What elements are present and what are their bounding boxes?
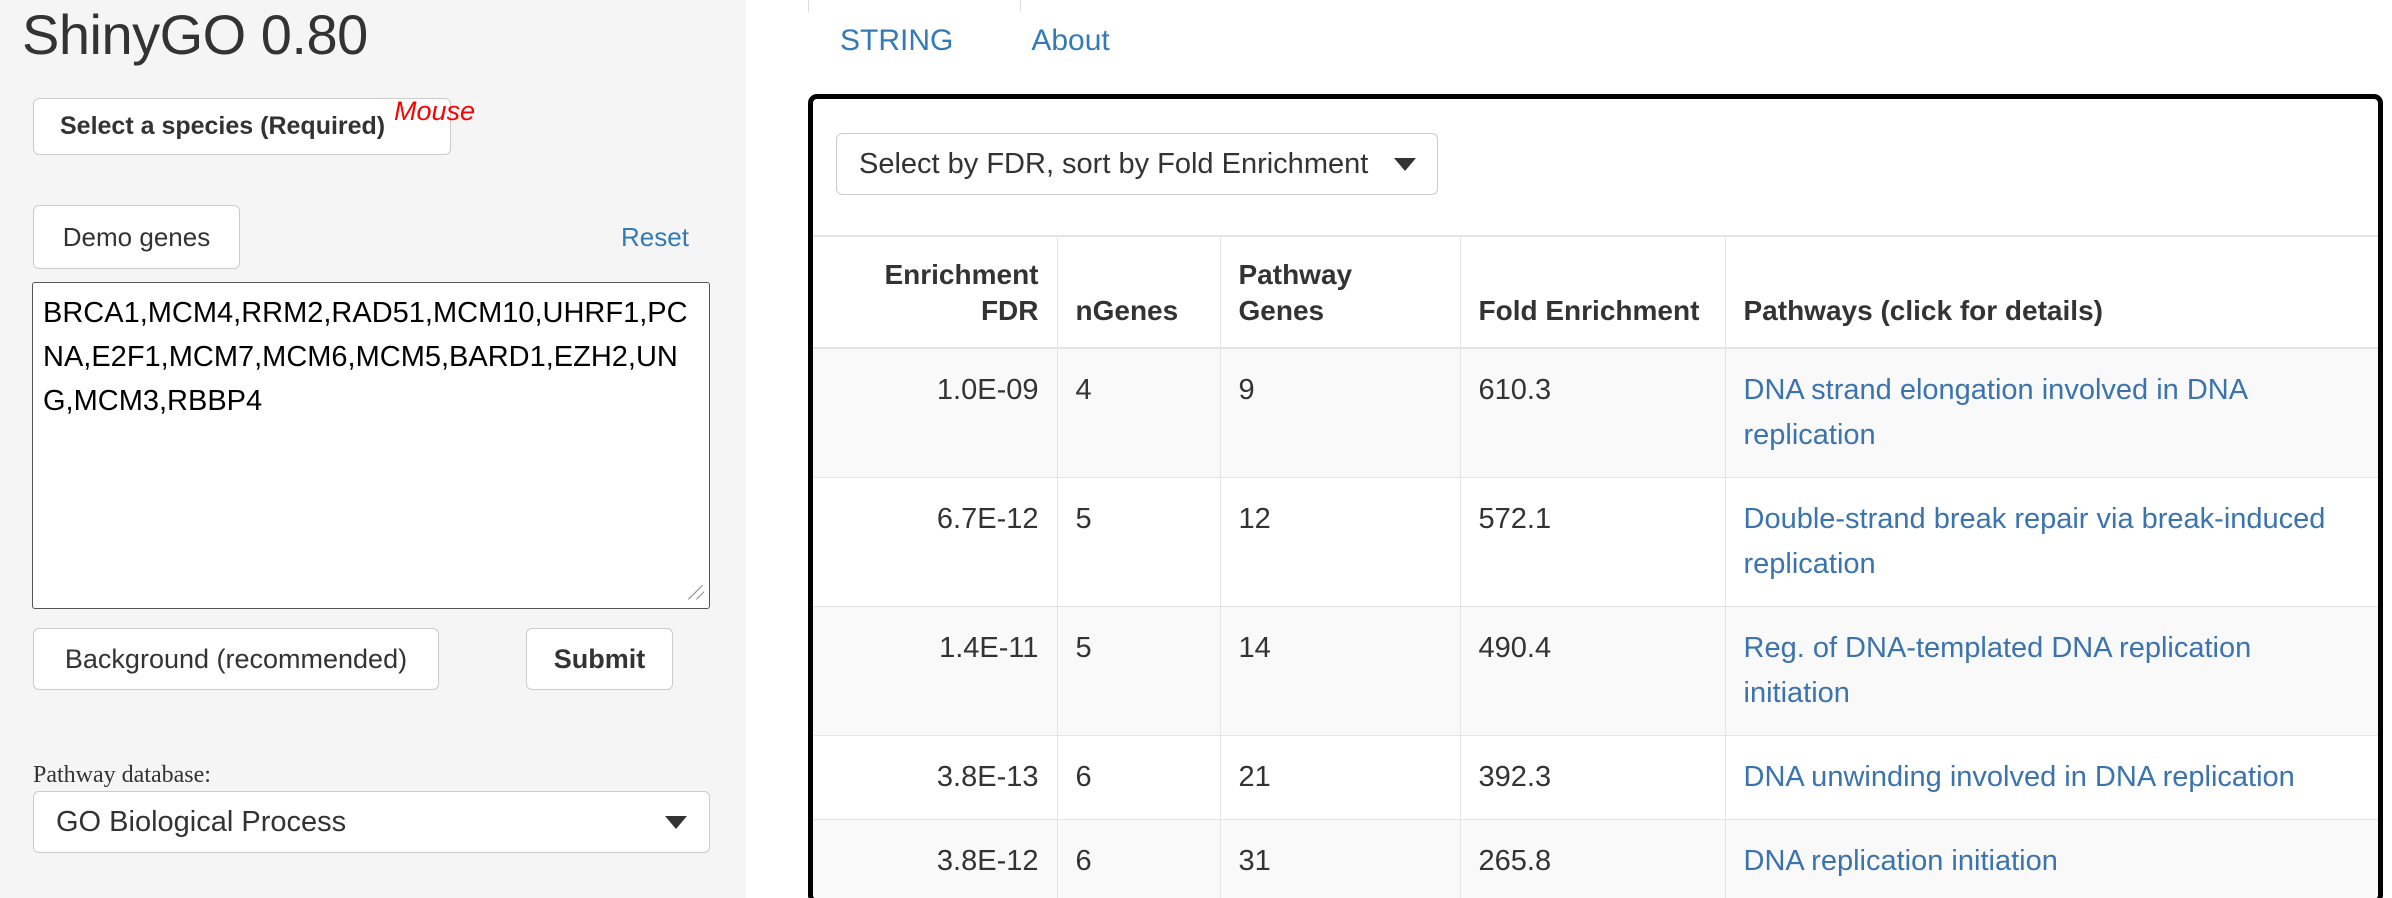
cell-fold-enrichment: 490.4 <box>1460 607 1725 736</box>
cell-ngenes: 4 <box>1057 348 1220 478</box>
column-header-pathways[interactable]: Pathways (click for details) <box>1725 236 2378 348</box>
tab-about[interactable]: About <box>1031 24 1109 58</box>
pathway-link[interactable]: DNA unwinding involved in DNA replicatio… <box>1744 761 2295 793</box>
sidebar-panel: ShinyGO 0.80 Select a species (Required)… <box>0 0 746 898</box>
column-header-pathway-genes[interactable]: Pathway Genes <box>1220 236 1460 348</box>
cell-ngenes: 6 <box>1057 736 1220 820</box>
cell-fold-enrichment: 392.3 <box>1460 736 1725 820</box>
table-row: 3.8E-12631265.8 DNA replication initiatio… <box>813 820 2378 898</box>
cell-fold-enrichment: 572.1 <box>1460 478 1725 607</box>
background-button-label: Background (recommended) <box>65 644 407 675</box>
pathway-link[interactable]: Double-strand break repair via break-ind… <box>1744 503 2326 580</box>
pathway-database-label: Pathway database: <box>33 762 211 789</box>
table-header: Enrichment FDR nGenes Pathway Genes Fold… <box>813 236 2378 348</box>
pathway-database-value: GO Biological Process <box>56 806 346 839</box>
page-title: ShinyGO 0.80 <box>22 2 368 67</box>
cell-fold-enrichment: 265.8 <box>1460 820 1725 898</box>
cell-pathway-genes: 9 <box>1220 348 1460 478</box>
tab-divider-left <box>808 0 809 12</box>
table-row: 1.0E-0949610.3DNA strand elongation invo… <box>813 348 2378 478</box>
table-header-row: Enrichment FDR nGenes Pathway Genes Fold… <box>813 236 2378 348</box>
demo-genes-button[interactable]: Demo genes <box>33 205 240 269</box>
species-select[interactable]: Select a species (Required) <box>33 98 451 155</box>
cell-enrichment-fdr: 3.8E-13 <box>813 736 1057 820</box>
sort-select[interactable]: Select by FDR, sort by Fold Enrichment <box>836 133 1438 195</box>
cell-pathway[interactable]: DNA replication initiation <box>1725 820 2378 898</box>
chevron-down-icon <box>1394 158 1416 171</box>
submit-button-label: Submit <box>554 644 646 675</box>
cell-enrichment-fdr: 1.4E-11 <box>813 607 1057 736</box>
cell-enrichment-fdr: 6.7E-12 <box>813 478 1057 607</box>
pathway-link[interactable]: Reg. of DNA-templated DNA replication in… <box>1744 632 2252 709</box>
background-button[interactable]: Background (recommended) <box>33 628 439 690</box>
column-header-fold-enrichment[interactable]: Fold Enrichment <box>1460 236 1725 348</box>
reset-link[interactable]: Reset <box>621 222 689 253</box>
shinygo-app: ShinyGO 0.80 Select a species (Required)… <box>0 0 2392 898</box>
cell-ngenes: 5 <box>1057 607 1220 736</box>
cell-pathway[interactable]: Reg. of DNA-templated DNA replication in… <box>1725 607 2378 736</box>
cell-pathway[interactable]: Double-strand break repair via break-ind… <box>1725 478 2378 607</box>
gene-list-input[interactable] <box>32 282 710 609</box>
species-selected-value: Mouse <box>394 96 475 127</box>
cell-pathway-genes: 21 <box>1220 736 1460 820</box>
enrichment-table: Enrichment FDR nGenes Pathway Genes Fold… <box>813 235 2378 898</box>
table-body: 1.0E-0949610.3DNA strand elongation invo… <box>813 348 2378 898</box>
table-row: 6.7E-12512572.1Double-strand break repai… <box>813 478 2378 607</box>
cell-fold-enrichment: 610.3 <box>1460 348 1725 478</box>
species-select-label: Select a species (Required) <box>60 112 385 141</box>
table-row: 1.4E-11514490.4Reg. of DNA-templated DNA… <box>813 607 2378 736</box>
pathway-database-select[interactable]: GO Biological Process <box>33 791 710 853</box>
results-panel: Select by FDR, sort by Fold Enrichment E… <box>808 94 2383 898</box>
pathway-link[interactable]: DNA replication initiation <box>1744 845 2058 877</box>
cell-pathway[interactable]: DNA strand elongation involved in DNA re… <box>1725 348 2378 478</box>
cell-ngenes: 5 <box>1057 478 1220 607</box>
cell-pathway-genes: 31 <box>1220 820 1460 898</box>
pathway-link[interactable]: DNA strand elongation involved in DNA re… <box>1744 374 2247 451</box>
chevron-down-icon <box>665 816 687 829</box>
cell-enrichment-fdr: 1.0E-09 <box>813 348 1057 478</box>
tab-bar: STRING About <box>808 24 1110 58</box>
submit-button[interactable]: Submit <box>526 628 673 690</box>
cell-enrichment-fdr: 3.8E-12 <box>813 820 1057 898</box>
table-row: 3.8E-13621392.3 DNA unwinding involved in… <box>813 736 2378 820</box>
tab-divider-right <box>1020 0 1021 12</box>
cell-pathway-genes: 12 <box>1220 478 1460 607</box>
cell-ngenes: 6 <box>1057 820 1220 898</box>
cell-pathway[interactable]: DNA unwinding involved in DNA replicatio… <box>1725 736 2378 820</box>
column-header-enrichment-fdr[interactable]: Enrichment FDR <box>813 236 1057 348</box>
demo-genes-label: Demo genes <box>63 222 210 253</box>
tab-string[interactable]: STRING <box>840 24 953 58</box>
cell-pathway-genes: 14 <box>1220 607 1460 736</box>
sort-select-value: Select by FDR, sort by Fold Enrichment <box>859 148 1368 181</box>
column-header-ngenes[interactable]: nGenes <box>1057 236 1220 348</box>
